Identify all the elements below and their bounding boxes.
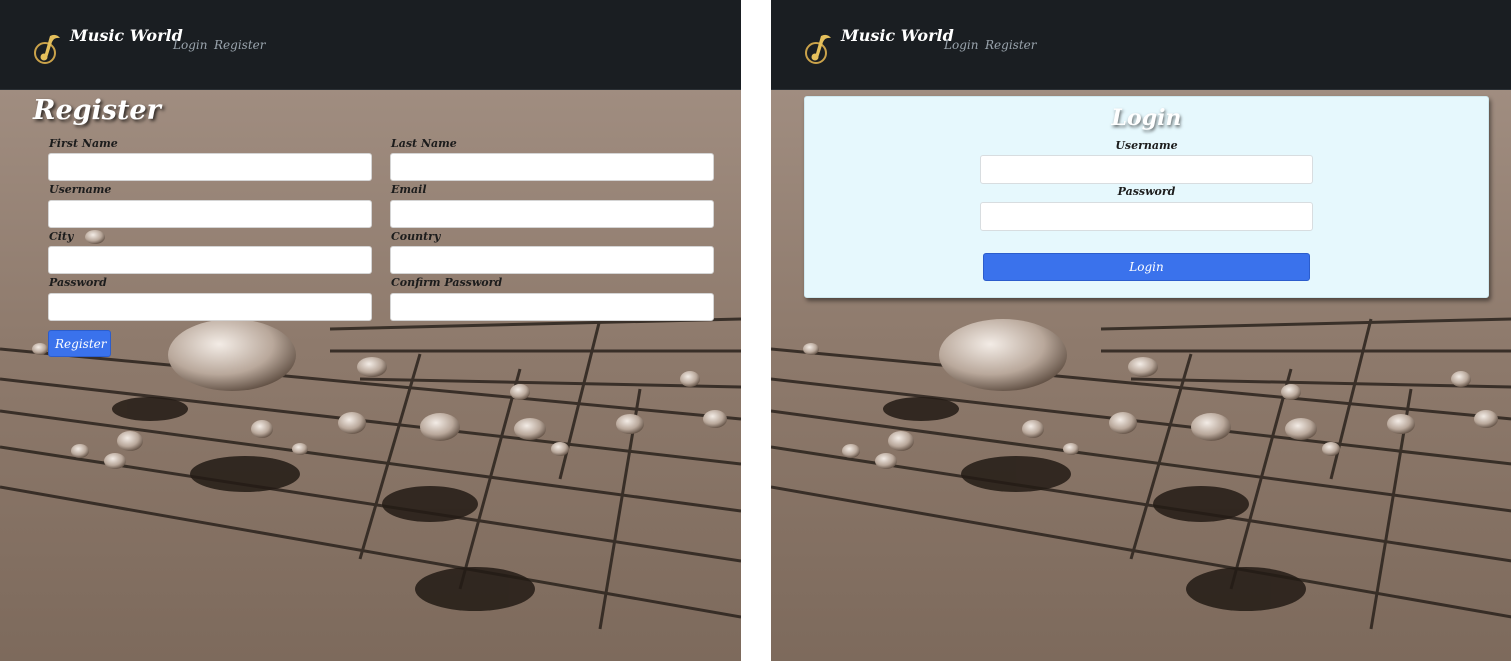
navbar: Music World Login Register — [0, 0, 741, 90]
username-label: Username — [1115, 139, 1178, 152]
nav-register-link[interactable]: Register — [214, 38, 265, 52]
password-label: Password — [49, 276, 107, 289]
brand-name[interactable]: Music World — [841, 26, 954, 45]
login-card: Login Username Password Login — [804, 96, 1489, 298]
confirm-password-field[interactable] — [390, 293, 714, 321]
page-title: Register — [33, 95, 161, 126]
password-field[interactable] — [980, 202, 1313, 231]
register-button[interactable]: Register — [48, 330, 111, 357]
nav-register-link[interactable]: Register — [985, 38, 1036, 52]
login-button[interactable]: Login — [983, 253, 1310, 281]
last-name-field[interactable] — [390, 153, 714, 181]
brand-name[interactable]: Music World — [70, 26, 183, 45]
register-screen: Music World Login Register Register Firs… — [0, 0, 741, 661]
city-field[interactable] — [48, 246, 372, 274]
login-screen: Music World Login Register Login Usernam… — [771, 0, 1511, 661]
country-field[interactable] — [390, 246, 714, 274]
music-note-logo-icon[interactable] — [805, 30, 833, 64]
email-label: Email — [391, 183, 427, 196]
music-note-logo-icon[interactable] — [34, 30, 62, 64]
confirm-password-label: Confirm Password — [391, 276, 503, 289]
nav-login-link[interactable]: Login — [944, 38, 978, 52]
password-label: Password — [1117, 185, 1176, 198]
password-field[interactable] — [48, 293, 372, 321]
nav-login-link[interactable]: Login — [173, 38, 207, 52]
username-field[interactable] — [48, 200, 372, 228]
email-field[interactable] — [390, 200, 714, 228]
city-label: City — [49, 230, 74, 243]
country-label: Country — [391, 230, 441, 243]
username-label: Username — [49, 183, 112, 196]
page-title: Login — [1111, 105, 1182, 131]
first-name-label: First Name — [49, 137, 118, 150]
username-field[interactable] — [980, 155, 1313, 184]
navbar: Music World Login Register — [771, 0, 1511, 90]
first-name-field[interactable] — [48, 153, 372, 181]
last-name-label: Last Name — [391, 137, 457, 150]
